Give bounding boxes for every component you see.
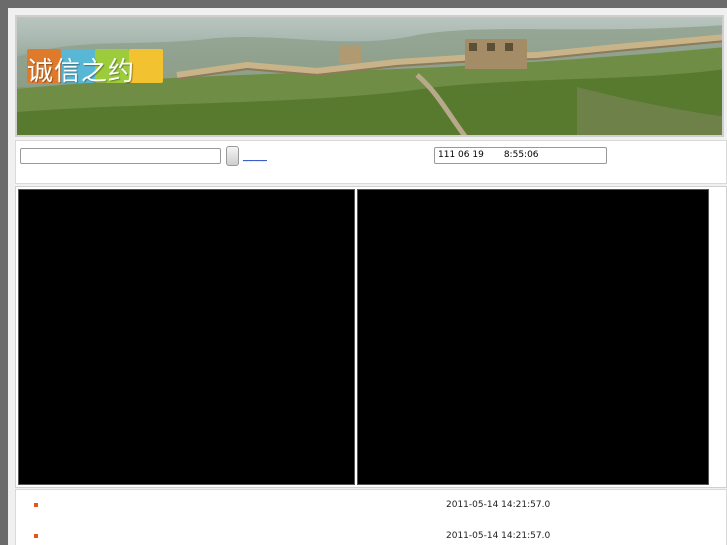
list-item[interactable]: 2011-05-14 14:21:57.0 <box>16 529 726 545</box>
page-frame: 诚信之约 ____ 111 06 19 8:55:06 2011-05-14 1… <box>8 8 727 545</box>
video-panel-left[interactable] <box>18 189 355 485</box>
video-panel-right[interactable] <box>357 189 709 485</box>
bullet-icon <box>34 534 38 538</box>
clock-display: 111 06 19 8:55:06 <box>434 147 607 164</box>
video-panels <box>15 186 727 488</box>
toolbar-link[interactable]: ____ <box>243 151 267 162</box>
logo-text: 诚信之约 <box>27 57 136 87</box>
list-item[interactable]: 2011-05-14 14:21:57.0 <box>16 498 726 514</box>
header-banner: 诚信之约 <box>15 15 724 137</box>
log-timestamp: 2011-05-14 14:21:57.0 <box>446 500 551 510</box>
toolbar: ____ 111 06 19 8:55:06 <box>15 140 727 184</box>
search-input[interactable] <box>20 148 221 164</box>
bullet-icon <box>34 503 38 507</box>
log-list: 2011-05-14 14:21:57.0 2011-05-14 14:21:5… <box>15 489 727 545</box>
log-timestamp: 2011-05-14 14:21:57.0 <box>446 531 551 541</box>
logo: 诚信之约 <box>27 41 165 87</box>
search-button[interactable] <box>226 146 239 166</box>
